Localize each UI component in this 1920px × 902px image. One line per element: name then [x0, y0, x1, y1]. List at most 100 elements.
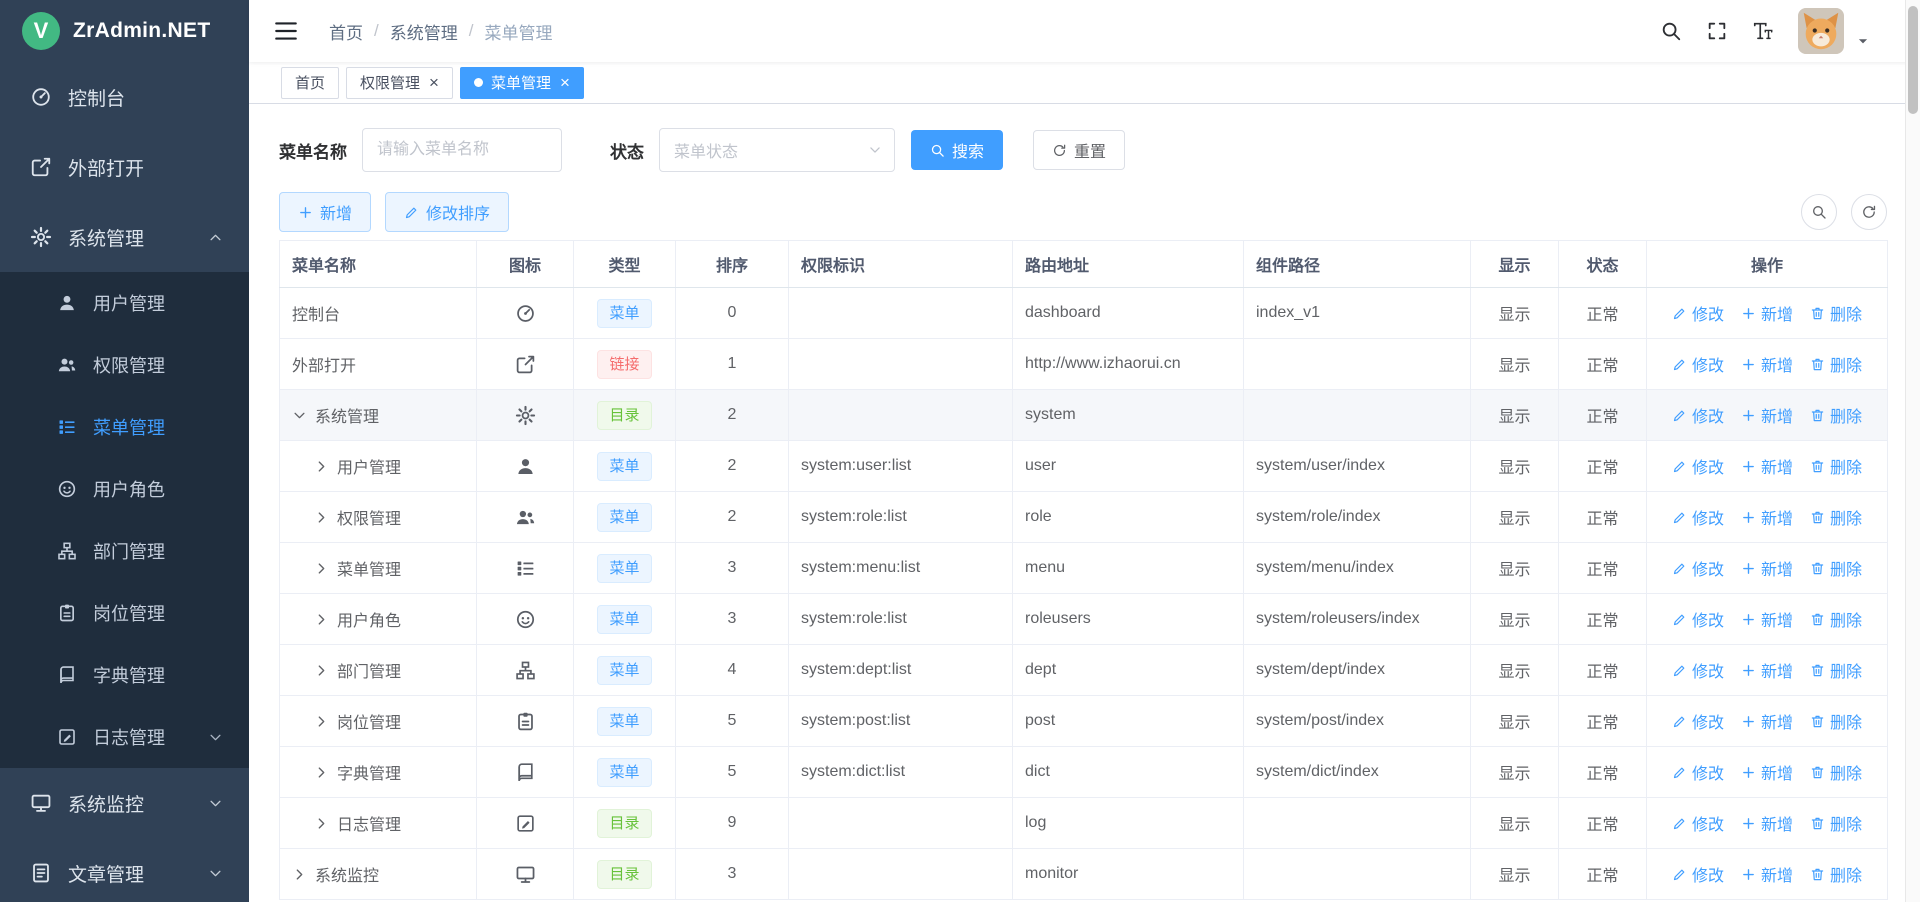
cell-permission	[789, 798, 1013, 849]
edit-button[interactable]: 修改	[1672, 811, 1724, 835]
sidebar-item-article[interactable]: 文章管理	[0, 838, 249, 902]
edit-button[interactable]: 修改	[1672, 556, 1724, 580]
sidebar-item-post[interactable]: 岗位管理	[0, 582, 249, 644]
add-button[interactable]: 新增	[1741, 454, 1793, 478]
add-button[interactable]: 新增	[1741, 811, 1793, 835]
delete-button[interactable]: 删除	[1810, 505, 1862, 529]
delete-button[interactable]: 删除	[1810, 658, 1862, 682]
scrollbar-thumb[interactable]	[1908, 6, 1918, 114]
toggle-search-button[interactable]	[1801, 194, 1837, 230]
delete-button[interactable]: 删除	[1810, 556, 1862, 580]
chevron-down-icon[interactable]	[292, 408, 307, 423]
sidebar-item-external[interactable]: 外部打开	[0, 132, 249, 202]
avatar[interactable]	[1798, 8, 1844, 54]
op-label: 删除	[1830, 352, 1862, 376]
chevron-right-icon[interactable]	[314, 561, 329, 576]
sidebar-item-system[interactable]: 系统管理	[0, 202, 249, 272]
menu-name-input[interactable]	[362, 128, 562, 172]
edit-button[interactable]: 修改	[1672, 862, 1724, 886]
table-row[interactable]: 用户角色菜单3system:role:listroleuserssystem/r…	[280, 594, 1888, 645]
chevron-right-icon[interactable]	[292, 867, 307, 882]
delete-button[interactable]: 删除	[1810, 301, 1862, 325]
edit-button[interactable]: 修改	[1672, 301, 1724, 325]
table-row[interactable]: 用户管理菜单2system:user:listusersystem/user/i…	[280, 441, 1888, 492]
sidebar-item-user[interactable]: 用户管理	[0, 272, 249, 334]
add-button[interactable]: 新增	[279, 192, 371, 232]
cell-sort: 0	[676, 288, 789, 339]
sidebar-item-log[interactable]: 日志管理	[0, 706, 249, 768]
refresh-table-button[interactable]	[1851, 194, 1887, 230]
app-logo[interactable]: V ZrAdmin.NET	[0, 0, 249, 62]
tab-role-management[interactable]: 权限管理 ×	[346, 67, 453, 99]
chevron-right-icon[interactable]	[314, 612, 329, 627]
scrollbar[interactable]	[1905, 0, 1920, 902]
sidebar-item-role[interactable]: 权限管理	[0, 334, 249, 396]
table-row[interactable]: 系统监控目录3monitor显示正常修改新增删除	[280, 849, 1888, 900]
table-row[interactable]: 日志管理目录9log显示正常修改新增删除	[280, 798, 1888, 849]
add-button[interactable]: 新增	[1741, 658, 1793, 682]
add-button[interactable]: 新增	[1741, 709, 1793, 733]
add-button[interactable]: 新增	[1741, 403, 1793, 427]
sidebar-item-dept[interactable]: 部门管理	[0, 520, 249, 582]
table-row[interactable]: 岗位管理菜单5system:post:listpostsystem/post/i…	[280, 696, 1888, 747]
edit-button[interactable]: 修改	[1672, 352, 1724, 376]
chevron-right-icon[interactable]	[314, 663, 329, 678]
sidebar-item-menu[interactable]: 菜单管理	[0, 396, 249, 458]
edit-button[interactable]: 修改	[1672, 760, 1724, 784]
add-button[interactable]: 新增	[1741, 352, 1793, 376]
add-button[interactable]: 新增	[1741, 862, 1793, 886]
table-row[interactable]: 字典管理菜单5system:dict:listdictsystem/dict/i…	[280, 747, 1888, 798]
reset-button[interactable]: 重置	[1033, 130, 1125, 170]
add-button[interactable]: 新增	[1741, 760, 1793, 784]
sidebar-item-monitor[interactable]: 系统监控	[0, 768, 249, 838]
caret-down-icon[interactable]	[1856, 34, 1870, 48]
chevron-right-icon[interactable]	[314, 459, 329, 474]
search-icon[interactable]	[1660, 20, 1682, 42]
tab-menu-management[interactable]: 菜单管理 ×	[460, 67, 584, 99]
sidebar-item-roleusers[interactable]: 用户角色	[0, 458, 249, 520]
chevron-right-icon[interactable]	[314, 714, 329, 729]
chevron-right-icon[interactable]	[314, 816, 329, 831]
sidebar-item-dashboard[interactable]: 控制台	[0, 62, 249, 132]
add-button[interactable]: 新增	[1741, 505, 1793, 529]
table-row[interactable]: 部门管理菜单4system:dept:listdeptsystem/dept/i…	[280, 645, 1888, 696]
edit-button[interactable]: 修改	[1672, 607, 1724, 631]
table-row[interactable]: 系统管理目录2system显示正常修改新增删除	[280, 390, 1888, 441]
chevron-right-icon[interactable]	[314, 765, 329, 780]
table-row[interactable]: 权限管理菜单2system:role:listrolesystem/role/i…	[280, 492, 1888, 543]
delete-button[interactable]: 删除	[1810, 454, 1862, 478]
edit-button[interactable]: 修改	[1672, 403, 1724, 427]
table-row[interactable]: 外部打开链接1http://www.izhaorui.cn显示正常修改新增删除	[280, 339, 1888, 390]
search-button[interactable]: 搜索	[911, 130, 1003, 170]
table-row[interactable]: 菜单管理菜单3system:menu:listmenusystem/menu/i…	[280, 543, 1888, 594]
delete-button[interactable]: 删除	[1810, 760, 1862, 784]
breadcrumb-item-home[interactable]: 首页	[329, 19, 363, 44]
edit-button[interactable]: 修改	[1672, 454, 1724, 478]
delete-button[interactable]: 删除	[1810, 403, 1862, 427]
delete-button[interactable]: 删除	[1810, 862, 1862, 886]
delete-button[interactable]: 删除	[1810, 352, 1862, 376]
close-icon[interactable]: ×	[429, 74, 439, 91]
chevron-right-icon[interactable]	[314, 510, 329, 525]
close-icon[interactable]: ×	[560, 74, 570, 91]
sidebar-item-dict[interactable]: 字典管理	[0, 644, 249, 706]
edit-button[interactable]: 修改	[1672, 505, 1724, 529]
breadcrumb-item-system[interactable]: 系统管理	[390, 19, 458, 44]
menu-status-select[interactable]: 菜单状态	[659, 128, 895, 172]
table-row[interactable]: 控制台菜单0dashboardindex_v1显示正常修改新增删除	[280, 288, 1888, 339]
tab-home[interactable]: 首页	[281, 67, 339, 99]
add-button[interactable]: 新增	[1741, 556, 1793, 580]
delete-button[interactable]: 删除	[1810, 709, 1862, 733]
type-tag: 菜单	[597, 656, 651, 685]
edit-sort-button[interactable]: 修改排序	[385, 192, 509, 232]
edit-button[interactable]: 修改	[1672, 658, 1724, 682]
menu-fold-icon[interactable]	[273, 18, 299, 44]
add-button[interactable]: 新增	[1741, 607, 1793, 631]
delete-button[interactable]: 删除	[1810, 607, 1862, 631]
add-button[interactable]: 新增	[1741, 301, 1793, 325]
delete-button[interactable]: 删除	[1810, 811, 1862, 835]
font-size-icon[interactable]	[1752, 20, 1774, 42]
fullscreen-icon[interactable]	[1706, 20, 1728, 42]
edit-button[interactable]: 修改	[1672, 709, 1724, 733]
tab-label: 权限管理	[360, 72, 420, 93]
